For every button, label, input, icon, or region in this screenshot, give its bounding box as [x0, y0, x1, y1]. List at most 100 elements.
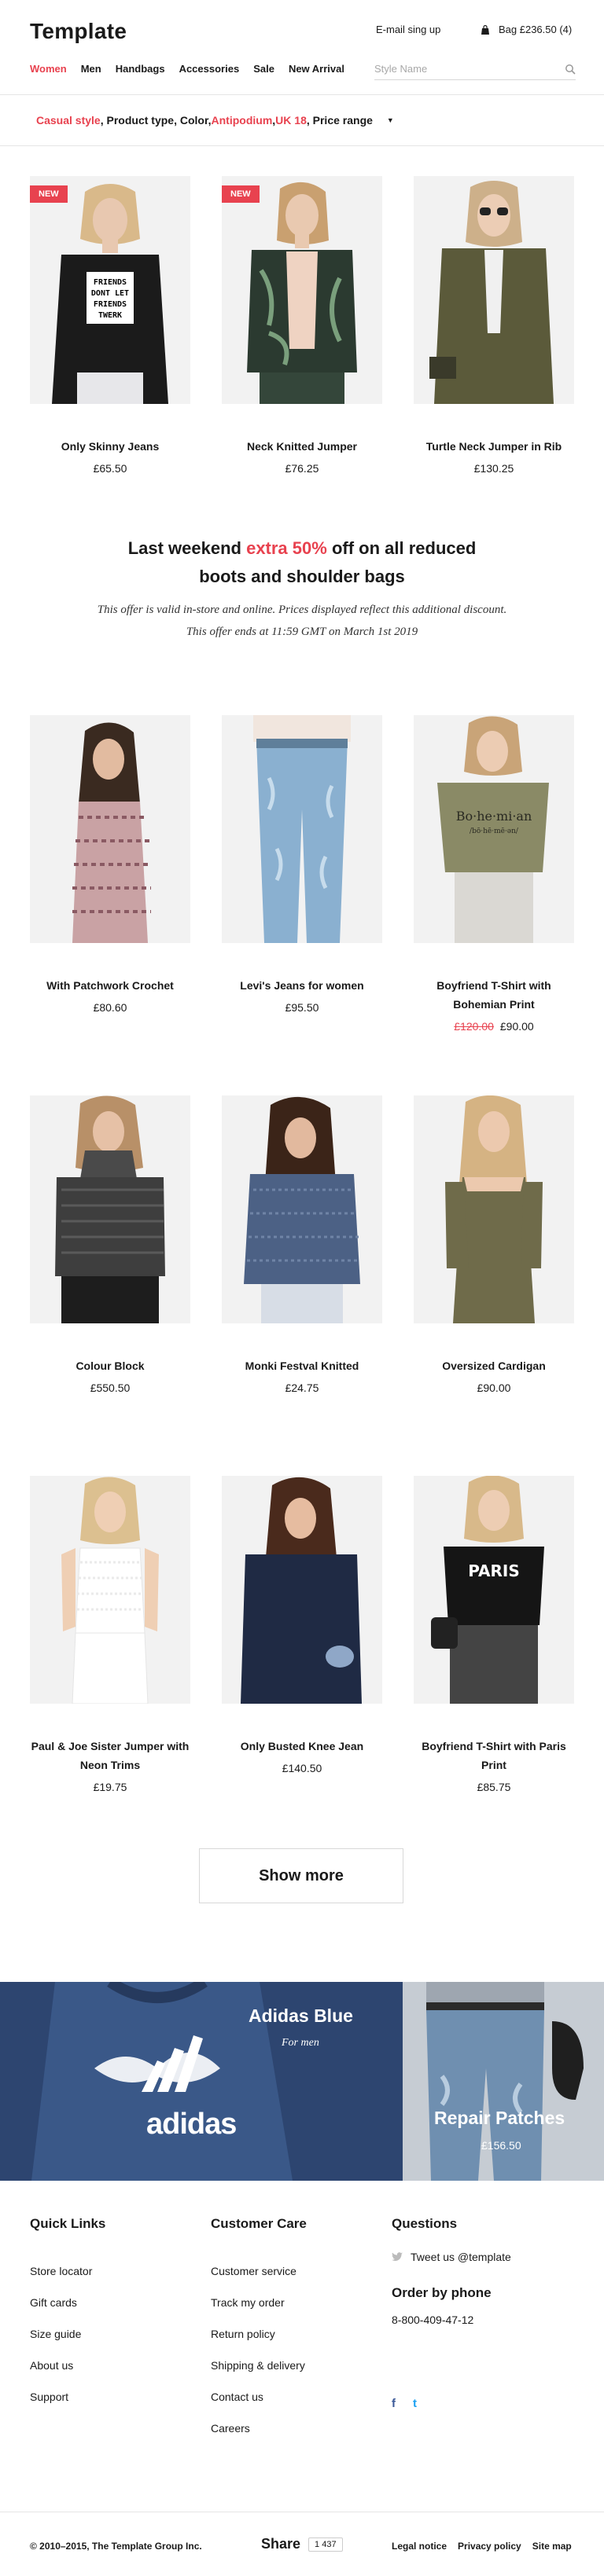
banner-price-repair: £156.50	[481, 2139, 521, 2152]
svg-text:TWERK: TWERK	[98, 311, 122, 320]
chevron-down-icon[interactable]: ▼	[387, 116, 394, 124]
questions-title: Questions	[392, 2216, 458, 2231]
footer-link-support[interactable]: Support	[30, 2381, 105, 2413]
product-title[interactable]: With Patchwork Crochet	[30, 976, 190, 995]
product-title[interactable]: Boyfriend T-Shirt with Bohemian Print	[414, 976, 574, 1014]
product-card[interactable]: PARIS Boyfriend T-Shirt with Paris Print…	[414, 1476, 574, 1793]
product-row-4: Paul & Joe Sister Jumper with Neon Trims…	[30, 1476, 574, 1793]
privacy-policy-link[interactable]: Privacy policy	[458, 2541, 521, 2552]
phone-number[interactable]: 8-800-409-47-12	[392, 2314, 511, 2326]
legal-notice-link[interactable]: Legal notice	[392, 2541, 447, 2552]
customer-care: Customer Care Customer service Track my …	[211, 2216, 307, 2444]
banner-title-repair[interactable]: Repair Patches	[434, 2108, 565, 2129]
footer-link-return-policy[interactable]: Return policy	[211, 2318, 307, 2350]
product-price: £550.50	[90, 1382, 131, 1394]
product-card[interactable]: Oversized Cardigan £90.00	[414, 1095, 574, 1394]
product-price: £95.50	[285, 1001, 319, 1014]
footer-link-store-locator[interactable]: Store locator	[30, 2255, 105, 2287]
footer-link-customer-service[interactable]: Customer service	[211, 2255, 307, 2287]
nav-men[interactable]: Men	[81, 63, 101, 75]
promo-heading: Last weekend extra 50% off on all reduce…	[0, 534, 604, 591]
site-map-link[interactable]: Site map	[532, 2541, 572, 2552]
filter-bar[interactable]: Casual style, Product type, Color, Antip…	[0, 94, 604, 146]
product-card[interactable]: NEW Neck Knitted Jumper £76.25	[222, 176, 382, 475]
product-title[interactable]: Only Busted Knee Jean	[222, 1737, 382, 1756]
product-image[interactable]	[30, 1476, 190, 1704]
search-icon[interactable]	[565, 64, 576, 75]
product-title[interactable]: Monki Festval Knitted	[222, 1356, 382, 1375]
product-card[interactable]: FRIENDS DONT LET FRIENDS TWERK NEW Only Ski…	[30, 176, 190, 475]
share-widget[interactable]: Share 1 437	[261, 2536, 343, 2552]
nav-sale[interactable]: Sale	[253, 63, 274, 75]
email-signup-link[interactable]: E-mail sing up	[376, 24, 440, 35]
product-title[interactable]: Oversized Cardigan	[414, 1356, 574, 1375]
model-photo: FRIENDS DONT LET FRIENDS TWERK	[30, 176, 190, 404]
share-label[interactable]: Share	[261, 2536, 300, 2552]
twitter-social-icon[interactable]: t	[413, 2397, 417, 2410]
footer-link-size-guide[interactable]: Size guide	[30, 2318, 105, 2350]
product-image[interactable]	[30, 715, 190, 943]
footer-link-careers[interactable]: Careers	[211, 2413, 307, 2444]
product-image[interactable]: Bo·he·mi·an/bō·hē·mē·ən/	[414, 715, 574, 943]
product-title[interactable]: Only Skinny Jeans	[30, 437, 190, 456]
footer-link-about-us[interactable]: About us	[30, 2350, 105, 2381]
svg-text:FRIENDS: FRIENDS	[94, 300, 127, 309]
banner-title-adidas[interactable]: Adidas Blue	[249, 2005, 353, 2027]
product-image[interactable]	[414, 1095, 574, 1323]
product-price: £85.75	[477, 1781, 511, 1793]
filter-style[interactable]: Casual style	[36, 114, 101, 127]
product-price: £76.25	[285, 462, 319, 475]
product-title[interactable]: Paul & Joe Sister Jumper with Neon Trims	[30, 1737, 190, 1774]
product-card[interactable]: Levi's Jeans for women £95.50	[222, 715, 382, 1033]
product-title[interactable]: Neck Knitted Jumper	[222, 437, 382, 456]
nav-new-arrivals[interactable]: New Arrivals	[289, 63, 344, 75]
footer-link-gift-cards[interactable]: Gift cards	[30, 2287, 105, 2318]
product-card[interactable]: Paul & Joe Sister Jumper with Neon Trims…	[30, 1476, 190, 1793]
repair-patches-banner[interactable]: Repair Patches £156.50	[403, 1982, 604, 2181]
shopping-bag[interactable]: Bag £236.50 (4)	[480, 24, 572, 35]
filter-price[interactable]: , Price range	[307, 114, 373, 127]
nav-accessories[interactable]: Accessories	[179, 63, 240, 75]
new-badge: NEW	[222, 185, 260, 203]
copyright: © 2010–2015, The Template Group Inc.	[30, 2541, 202, 2552]
product-image[interactable]: FRIENDS DONT LET FRIENDS TWERK NEW	[30, 176, 190, 404]
product-title[interactable]: Turtle Neck Jumper in Rib	[414, 437, 574, 456]
product-card[interactable]: Monki Festval Knitted £24.75	[222, 1095, 382, 1394]
filter-brand[interactable]: Antipodium	[212, 114, 273, 127]
product-image[interactable]	[222, 715, 382, 943]
product-image[interactable]: NEW	[222, 176, 382, 404]
logo[interactable]: Template	[30, 19, 127, 44]
product-title[interactable]: Colour Block	[30, 1356, 190, 1375]
twitter-label: Tweet us @template	[411, 2251, 511, 2263]
product-card[interactable]: Colour Block £550.50	[30, 1095, 190, 1394]
adidas-banner[interactable]: adidas Adidas Blue For men	[0, 1982, 403, 2181]
footer-link-track-order[interactable]: Track my order	[211, 2287, 307, 2318]
nav-women[interactable]: Women	[30, 63, 67, 75]
twitter-link[interactable]: Tweet us @template	[392, 2251, 511, 2263]
model-photo	[414, 1095, 574, 1323]
show-more-button[interactable]: Show more	[199, 1848, 403, 1903]
product-image[interactable]	[222, 1476, 382, 1704]
banner-subtitle-adidas: For men	[282, 2037, 319, 2049]
product-card[interactable]: Bo·he·mi·an/bō·hē·mē·ən/ Boyfriend T-Shi…	[414, 715, 574, 1033]
model-photo	[222, 715, 382, 943]
product-title[interactable]: Levi's Jeans for women	[222, 976, 382, 995]
new-badge: NEW	[30, 185, 68, 203]
product-card[interactable]: With Patchwork Crochet £80.60	[30, 715, 190, 1033]
product-card[interactable]: Turtle Neck Jumper in Rib £130.25	[414, 176, 574, 475]
filter-size[interactable]: UK 18	[275, 114, 307, 127]
filter-sep-1[interactable]: , Product type, Color,	[101, 114, 212, 127]
footer-link-shipping[interactable]: Shipping & delivery	[211, 2350, 307, 2381]
product-image[interactable]	[30, 1095, 190, 1323]
product-image[interactable]	[222, 1095, 382, 1323]
product-price: £65.50	[93, 462, 127, 475]
product-image[interactable]: PARIS	[414, 1476, 574, 1704]
facebook-icon[interactable]: f	[392, 2397, 396, 2410]
product-image[interactable]	[414, 176, 574, 404]
product-card[interactable]: Only Busted Knee Jean £140.50	[222, 1476, 382, 1793]
product-title[interactable]: Boyfriend T-Shirt with Paris Print	[414, 1737, 574, 1774]
nav-handbags[interactable]: Handbags	[116, 63, 165, 75]
model-photo: Bo·he·mi·an/bō·hē·mē·ən/	[414, 715, 574, 943]
search-input[interactable]	[374, 63, 532, 75]
footer-link-contact[interactable]: Contact us	[211, 2381, 307, 2413]
